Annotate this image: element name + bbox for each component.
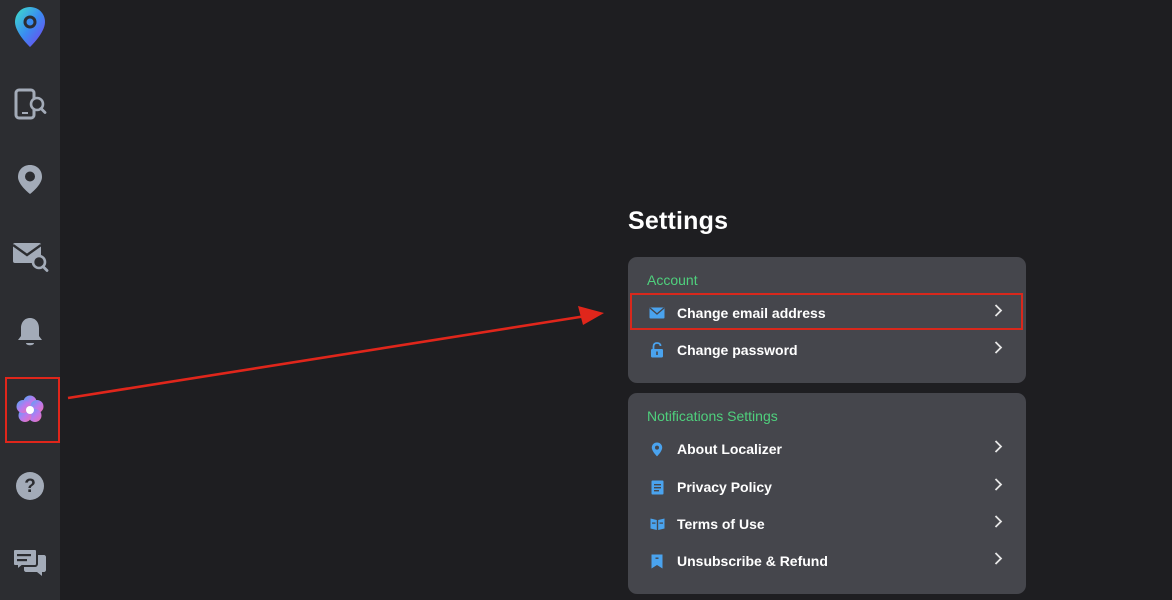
privacy-policy-row[interactable]: Privacy Policy [628, 469, 1026, 505]
terms-of-use-row[interactable]: Terms of Use [628, 506, 1026, 542]
about-localizer-label: About Localizer [677, 441, 783, 457]
chevron-right-icon [994, 341, 1003, 360]
change-email-highlight-box [630, 293, 1023, 330]
account-section-label: Account [647, 272, 698, 288]
unlock-icon [649, 342, 665, 358]
unsubscribe-refund-row[interactable]: Unsubscribe & Refund [628, 543, 1026, 579]
bookmark-icon [649, 553, 665, 569]
notifications-section-label: Notifications Settings [647, 408, 778, 424]
chevron-right-icon [994, 515, 1003, 534]
privacy-policy-label: Privacy Policy [677, 479, 772, 495]
chevron-right-icon [994, 478, 1003, 497]
unsubscribe-refund-label: Unsubscribe & Refund [677, 553, 828, 569]
terms-of-use-label: Terms of Use [677, 516, 765, 532]
about-localizer-row[interactable]: About Localizer [628, 431, 1026, 467]
change-password-row[interactable]: Change password [628, 332, 1026, 368]
location-pin-icon [649, 441, 665, 457]
page-title: Settings [628, 207, 729, 235]
book-icon [649, 516, 665, 532]
chevron-right-icon [994, 440, 1003, 459]
notifications-card: Notifications Settings About Localizer P… [628, 393, 1026, 594]
document-icon [649, 479, 665, 495]
change-password-label: Change password [677, 342, 798, 358]
chevron-right-icon [994, 552, 1003, 571]
